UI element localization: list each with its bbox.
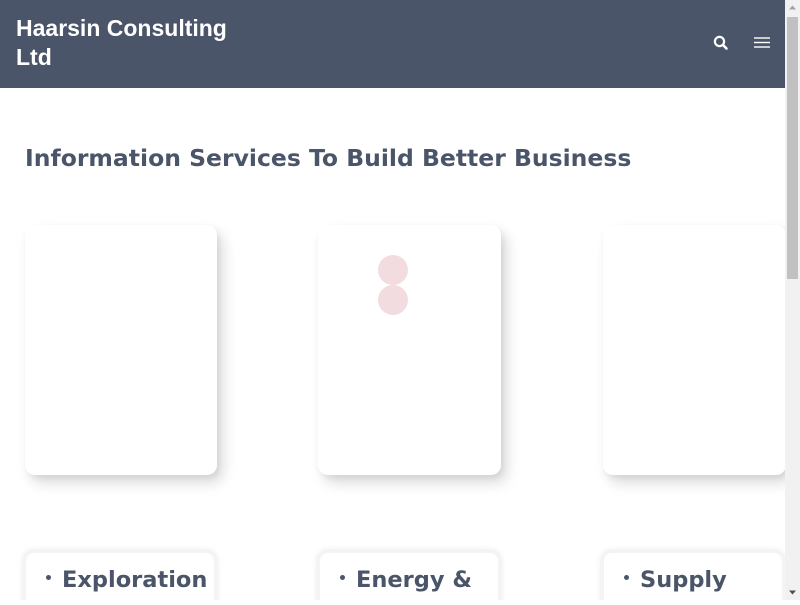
bullet-icon: [46, 575, 51, 580]
bullet-icon: [624, 575, 629, 580]
hamburger-menu-icon: [754, 37, 770, 48]
image-card: [318, 225, 501, 475]
search-button[interactable]: [711, 33, 731, 53]
site-logo-text[interactable]: Haarsin Consulting Ltd: [16, 14, 256, 72]
image-card: [25, 225, 217, 475]
service-item-label: Supply: [640, 567, 727, 593]
site-header: Haarsin Consulting Ltd: [0, 0, 785, 88]
image-card: [603, 225, 785, 475]
loading-spinner: [378, 255, 408, 315]
service-item[interactable]: Supply: [624, 567, 727, 593]
scrollbar-thumb[interactable]: [787, 17, 798, 279]
menu-button[interactable]: [751, 33, 773, 53]
chevron-up-icon: [789, 5, 796, 10]
page: Haarsin Consulting Ltd Information Servi…: [0, 0, 785, 600]
service-item-label: Exploration: [62, 567, 208, 593]
vertical-scrollbar[interactable]: [785, 0, 800, 600]
loader-dot: [378, 255, 408, 285]
chevron-down-icon: [789, 590, 796, 595]
search-icon: [713, 35, 728, 50]
loader-dot: [378, 285, 408, 315]
scroll-down-button[interactable]: [785, 585, 800, 600]
scroll-up-button[interactable]: [785, 0, 800, 15]
bullet-icon: [340, 575, 345, 580]
service-card: Energy &: [316, 549, 502, 600]
service-item[interactable]: Exploration: [46, 567, 207, 593]
service-card: Exploration: [22, 549, 218, 600]
page-title: Information Services To Build Better Bus…: [25, 144, 632, 172]
service-card: Supply: [600, 549, 785, 600]
service-item[interactable]: Energy &: [340, 567, 472, 593]
service-item-label: Energy &: [356, 567, 472, 593]
